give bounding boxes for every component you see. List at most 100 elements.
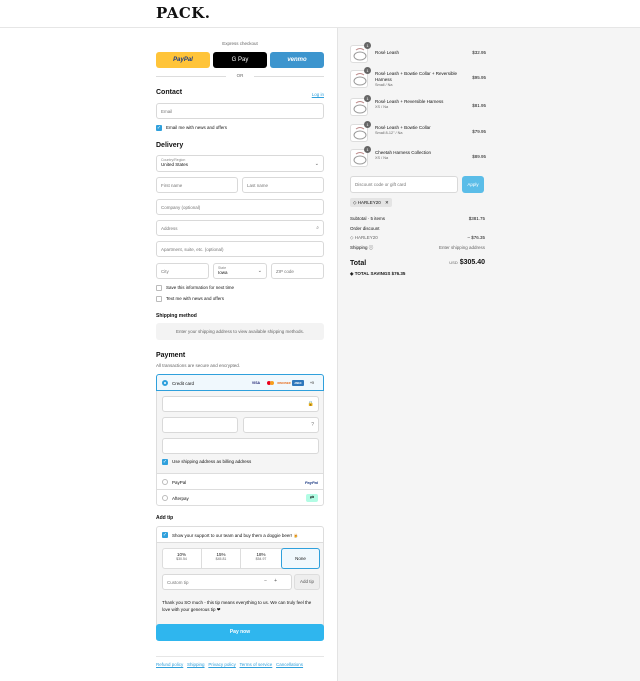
- custom-tip-field[interactable]: Custom tip − +: [162, 574, 292, 590]
- apartment-field[interactable]: Apartment, suite, etc. (optional): [156, 241, 324, 257]
- credit-card-label: Credit card: [172, 381, 195, 386]
- or-divider-label: OR: [236, 73, 244, 78]
- credit-card-option[interactable]: Credit card VISA DISCOVER AMEX +5: [156, 374, 324, 391]
- paypal-radio[interactable]: [162, 479, 168, 485]
- add-tip-button[interactable]: Add tip: [294, 574, 320, 590]
- afterpay-label: Afterpay: [172, 496, 189, 501]
- zip-field[interactable]: ZIP code: [271, 263, 324, 279]
- news-label: Email me with news and offers: [166, 125, 227, 130]
- item-variant: XS / Na: [375, 156, 389, 160]
- express-checkout-label: Express checkout: [222, 41, 258, 46]
- delivery-title: Delivery: [156, 142, 184, 149]
- tip-option-18[interactable]: 18% $54.97: [241, 548, 281, 568]
- contact-title: Contact: [156, 89, 183, 96]
- shipping-method-notice: Enter your shipping address to view avai…: [156, 323, 324, 340]
- discount-input[interactable]: Discount code or gift card: [350, 176, 458, 193]
- login-link[interactable]: Log in: [312, 92, 324, 97]
- add-tip-title: Add tip: [156, 515, 174, 521]
- privacy-policy-link[interactable]: Privacy policy: [208, 662, 236, 667]
- discount-value: – $76.35: [467, 235, 485, 240]
- cart-item: 1 Rosé Leash $32.95: [350, 42, 486, 65]
- apply-button[interactable]: Apply: [462, 176, 484, 193]
- venmo-express-button[interactable]: venmo: [270, 52, 324, 68]
- discount-chip: ◇ HARLEY20 ✕: [350, 198, 392, 207]
- order-discount-label: Order discount: [350, 226, 380, 231]
- help-icon[interactable]: ?: [311, 422, 314, 428]
- tip-support-row[interactable]: ✓ Show your support to our team and buy …: [156, 526, 324, 543]
- email-field[interactable]: Email: [156, 103, 324, 119]
- total-savings: ◈ TOTAL SAVINGS $76.35: [350, 271, 406, 276]
- terms-of-service-link[interactable]: Terms of service: [240, 662, 273, 667]
- news-checkbox[interactable]: ✓: [156, 125, 162, 131]
- header: PACK.: [0, 0, 640, 28]
- cart-item: 1 Rosé Leash + Bowtie Collar + Reversible…: [350, 67, 486, 90]
- quantity-badge: 1: [364, 146, 371, 153]
- tip-option-15[interactable]: 15% $45.81: [202, 548, 241, 568]
- paypal-option[interactable]: PayPal PayPal: [156, 473, 324, 490]
- info-icon[interactable]: ⓘ: [369, 245, 374, 250]
- card-number-field[interactable]: 🔒: [162, 396, 319, 412]
- credit-card-radio[interactable]: [162, 380, 168, 386]
- item-variant: Small / Na: [375, 83, 393, 87]
- afterpay-radio[interactable]: [162, 495, 168, 501]
- item-price: $81.95: [472, 103, 486, 108]
- cart-item: 1 Rosé Leash + Reversible Harness XS / Na $…: [350, 95, 486, 118]
- name-on-card-field[interactable]: [162, 438, 319, 454]
- cart-item: 1 Rosé Leash + Bowtie Collar Small 8-12" /…: [350, 121, 486, 144]
- cart-item: 1 Cheetah Harness Collection XS / Na $89.95: [350, 146, 486, 169]
- billing-same-checkbox[interactable]: ✓: [162, 459, 168, 465]
- address-field[interactable]: Address ⌕: [156, 220, 324, 236]
- amex-icon: AMEX: [292, 380, 304, 386]
- plus-icon[interactable]: +: [274, 578, 277, 584]
- payment-subtitle: All transactions are secure and encrypte…: [156, 363, 241, 368]
- state-select[interactable]: State Iowa ⌄: [213, 263, 267, 279]
- total-value: USD $305.40: [449, 259, 485, 266]
- order-summary-panel: 1 Rosé Leash $32.95 1 Rosé Leash + Bowtie Co…: [337, 28, 640, 681]
- item-name: Cheetah Harness Collection: [375, 150, 432, 155]
- save-info-checkbox[interactable]: [156, 285, 162, 291]
- city-field[interactable]: City: [156, 263, 209, 279]
- security-code-field[interactable]: ?: [243, 417, 319, 433]
- tip-support-checkbox[interactable]: ✓: [162, 532, 168, 538]
- gpay-express-button[interactable]: G Pay: [213, 52, 267, 68]
- divider: [156, 76, 226, 77]
- item-name: Rosé Leash + Reversible Harness: [375, 99, 444, 104]
- shipping-link[interactable]: Shipping: [187, 662, 205, 667]
- cancellations-link[interactable]: Cancellations: [276, 662, 303, 667]
- remove-icon[interactable]: ✕: [385, 200, 389, 205]
- footer-links: Refund policy Shipping Privacy policy Te…: [156, 662, 324, 667]
- more-cards-badge: +5: [310, 381, 314, 385]
- pay-now-button[interactable]: Pay now: [156, 624, 324, 641]
- refund-policy-link[interactable]: Refund policy: [156, 662, 183, 667]
- brand-logo[interactable]: PACK.: [156, 4, 211, 22]
- lock-icon: 🔒: [307, 401, 314, 407]
- item-price: $89.95: [472, 154, 486, 159]
- afterpay-option[interactable]: Afterpay ⇄: [156, 489, 324, 506]
- paypal-express-button[interactable]: PayPal: [156, 52, 210, 68]
- afterpay-logo-icon: ⇄: [306, 494, 318, 502]
- shipping-method-title: Shipping method: [156, 313, 197, 319]
- card-fields-panel: 🔒 ? ✓ Use shipping address as billing ad…: [156, 391, 324, 473]
- first-name-field[interactable]: First name: [156, 177, 238, 193]
- item-price: $79.95: [472, 129, 486, 134]
- tip-option-none[interactable]: None: [281, 548, 320, 569]
- shipping-value: Enter shipping address: [438, 245, 485, 250]
- text-me-checkbox[interactable]: [156, 296, 162, 302]
- item-price: $32.95: [472, 50, 486, 55]
- country-select[interactable]: Country/Region United States ⌄: [156, 155, 324, 172]
- text-me-label: Text me with news and offers: [166, 296, 224, 301]
- item-variant: Small 8-12" / Na: [375, 131, 403, 135]
- item-variant: XS / Na: [375, 105, 389, 109]
- discover-icon: DISCOVER: [277, 381, 291, 385]
- tip-option-10[interactable]: 10% $30.54: [162, 548, 202, 568]
- quantity-badge: 1: [364, 42, 371, 49]
- item-price: $95.95: [472, 75, 486, 80]
- chevron-down-icon: ⌄: [314, 161, 319, 167]
- company-field[interactable]: Company (optional): [156, 199, 324, 215]
- mastercard-icon: [265, 380, 275, 386]
- subtotal-label: Subtotal · 5 items: [350, 216, 386, 221]
- minus-icon[interactable]: −: [264, 578, 267, 584]
- last-name-field[interactable]: Last name: [242, 177, 324, 193]
- expiration-field[interactable]: [162, 417, 238, 433]
- search-icon: ⌕: [316, 225, 319, 231]
